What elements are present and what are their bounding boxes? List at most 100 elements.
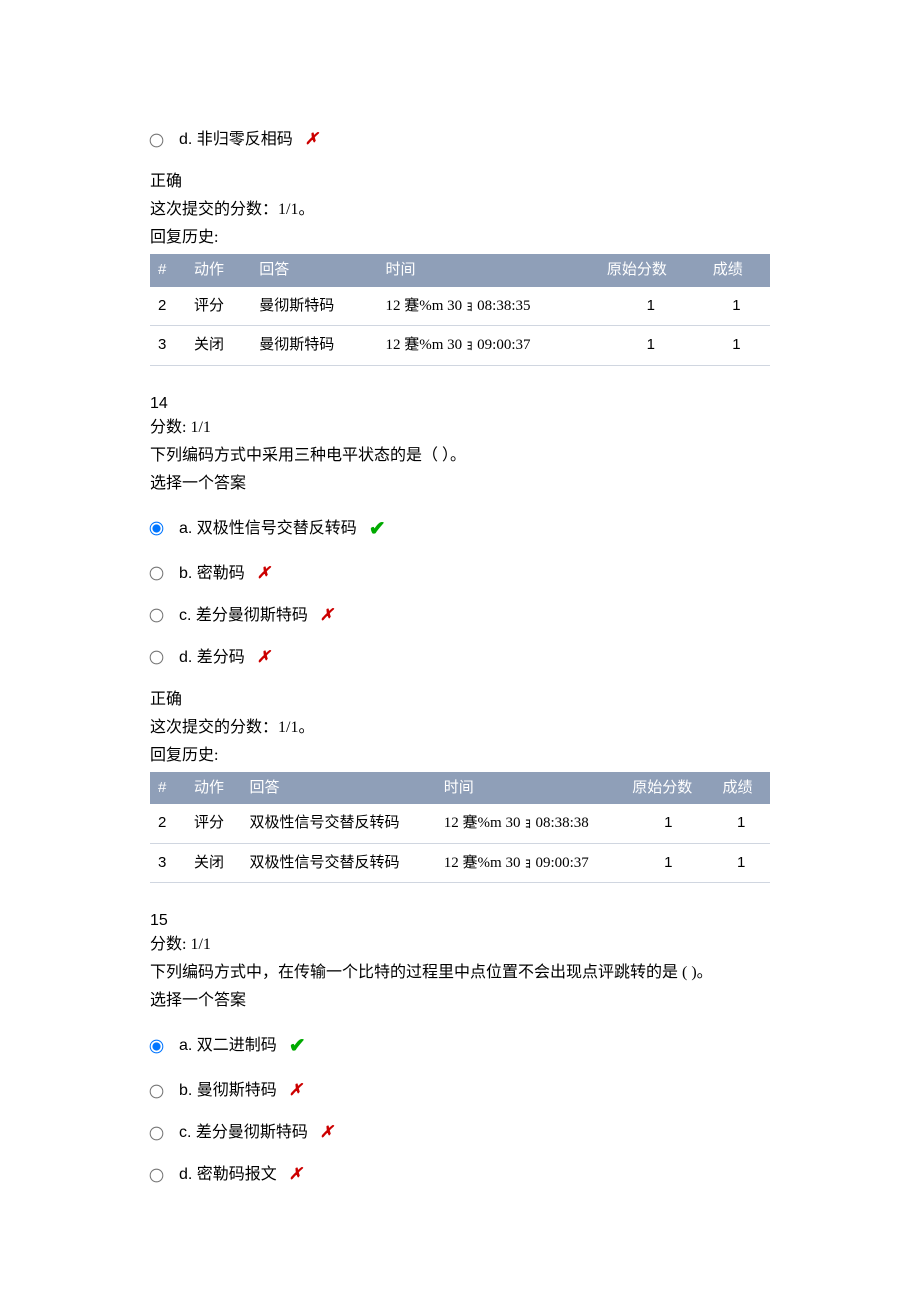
- th-action: 动作: [186, 254, 251, 287]
- prev-score-line: 这次提交的分数：1/1。: [150, 198, 770, 222]
- q15-radio-d[interactable]: [150, 1168, 164, 1182]
- x-icon: ✗: [289, 1163, 302, 1187]
- q15-d-text: 密勒码报文: [197, 1166, 277, 1183]
- q15-radio-c[interactable]: [150, 1126, 164, 1140]
- th-raw: 原始分数: [599, 254, 705, 287]
- th-answer: 回答: [251, 254, 377, 287]
- q14-d-text: 差分码: [197, 649, 245, 666]
- q14-choose: 选择一个答案: [150, 472, 770, 496]
- q14-option-a: a. 双极性信号交替反转码 ✔: [150, 514, 770, 544]
- q14-a-prefix: a.: [179, 520, 197, 537]
- q14-option-c: c. 差分曼彻斯特码 ✗: [150, 604, 770, 628]
- cell-answer: 曼彻斯特码: [251, 287, 377, 326]
- q14-history-table: # 动作 回答 时间 原始分数 成绩 2 评分 双极性信号交替反转码 12 蹇%…: [150, 772, 770, 884]
- cell-time: 12 蹇%m 30 ｮ 08:38:38: [436, 804, 624, 843]
- q14-option-b: b. 密勒码 ✗: [150, 562, 770, 586]
- cell-answer: 曼彻斯特码: [251, 326, 377, 366]
- x-icon: ✗: [320, 1121, 333, 1145]
- q14-a-text: 双极性信号交替反转码: [197, 520, 357, 537]
- prev-history-table: # 动作 回答 时间 原始分数 成绩 2 评分 曼彻斯特码 12 蹇%m 30 …: [150, 254, 770, 366]
- th-answer: 回答: [242, 772, 436, 805]
- check-icon: ✔: [289, 1031, 306, 1061]
- cell-raw: 1: [599, 287, 705, 326]
- q14-c-text: 差分曼彻斯特码: [196, 607, 308, 624]
- th-grade: 成绩: [714, 772, 770, 805]
- q15-option-d: d. 密勒码报文 ✗: [150, 1163, 770, 1187]
- q14-history-label: 回复历史:: [150, 744, 770, 768]
- th-grade: 成绩: [705, 254, 770, 287]
- th-action: 动作: [186, 772, 242, 805]
- q15-d-prefix: d.: [179, 1166, 197, 1183]
- cell-grade: 1: [714, 804, 770, 843]
- q15-option-b: b. 曼彻斯特码 ✗: [150, 1079, 770, 1103]
- cell-num: 3: [150, 326, 186, 366]
- q14-number: 14: [150, 392, 770, 416]
- q14-radio-c[interactable]: [150, 609, 164, 623]
- table-row: 2 评分 曼彻斯特码 12 蹇%m 30 ｮ 08:38:35 1 1: [150, 287, 770, 326]
- cell-grade: 1: [705, 287, 770, 326]
- q14-b-text: 密勒码: [197, 565, 245, 582]
- q15-radio-a[interactable]: [150, 1039, 164, 1053]
- prev-option-d-prefix: d.: [179, 131, 197, 148]
- q14-radio-d[interactable]: [150, 651, 164, 665]
- prev-option-d: d. 非归零反相码 ✗: [150, 128, 770, 152]
- prev-option-d-radio[interactable]: [150, 133, 164, 147]
- cell-grade: 1: [714, 843, 770, 883]
- q15-a-text: 双二进制码: [197, 1037, 277, 1054]
- th-num: #: [150, 772, 186, 805]
- q15-option-a: a. 双二进制码 ✔: [150, 1031, 770, 1061]
- th-time: 时间: [436, 772, 624, 805]
- table-header-row: # 动作 回答 时间 原始分数 成绩: [150, 254, 770, 287]
- table-row: 3 关闭 曼彻斯特码 12 蹇%m 30 ｮ 09:00:37 1 1: [150, 326, 770, 366]
- q14-d-prefix: d.: [179, 649, 197, 666]
- cell-num: 2: [150, 287, 186, 326]
- cell-time: 12 蹇%m 30 ｮ 08:38:35: [377, 287, 598, 326]
- cell-num: 2: [150, 804, 186, 843]
- x-icon: ✗: [257, 646, 270, 670]
- q15-c-prefix: c.: [179, 1124, 196, 1141]
- q15-c-text: 差分曼彻斯特码: [196, 1124, 308, 1141]
- table-row: 3 关闭 双极性信号交替反转码 12 蹇%m 30 ｮ 09:00:37 1 1: [150, 843, 770, 883]
- cell-grade: 1: [705, 326, 770, 366]
- prev-option-d-text: 非归零反相码: [197, 131, 293, 148]
- q15-radio-b[interactable]: [150, 1084, 164, 1098]
- q14-c-prefix: c.: [179, 607, 196, 624]
- cell-num: 3: [150, 843, 186, 883]
- q14-score-line: 这次提交的分数：1/1。: [150, 716, 770, 740]
- table-header-row: # 动作 回答 时间 原始分数 成绩: [150, 772, 770, 805]
- cell-raw: 1: [624, 804, 714, 843]
- table-row: 2 评分 双极性信号交替反转码 12 蹇%m 30 ｮ 08:38:38 1 1: [150, 804, 770, 843]
- check-icon: ✔: [369, 514, 386, 544]
- q15-option-c: c. 差分曼彻斯特码 ✗: [150, 1121, 770, 1145]
- q14-prompt: 下列编码方式中采用三种电平状态的是（ ）。: [150, 444, 770, 468]
- q14-option-d: d. 差分码 ✗: [150, 646, 770, 670]
- q15-a-prefix: a.: [179, 1037, 197, 1054]
- q15-choose: 选择一个答案: [150, 989, 770, 1013]
- cell-time: 12 蹇%m 30 ｮ 09:00:37: [377, 326, 598, 366]
- cell-action: 关闭: [186, 326, 251, 366]
- q15-score: 分数: 1/1: [150, 936, 211, 953]
- prev-correct-label: 正确: [150, 170, 770, 194]
- q14-radio-a[interactable]: [150, 522, 164, 536]
- x-icon: ✗: [305, 128, 318, 152]
- cell-action: 评分: [186, 287, 251, 326]
- x-icon: ✗: [257, 562, 270, 586]
- cell-action: 关闭: [186, 843, 242, 883]
- x-icon: ✗: [289, 1079, 302, 1103]
- cell-raw: 1: [599, 326, 705, 366]
- prev-history-label: 回复历史:: [150, 226, 770, 250]
- th-num: #: [150, 254, 186, 287]
- q14-score: 分数: 1/1: [150, 419, 211, 436]
- q15-prompt: 下列编码方式中，在传输一个比特的过程里中点位置不会出现点评跳转的是 ( )。: [150, 961, 770, 985]
- cell-time: 12 蹇%m 30 ｮ 09:00:37: [436, 843, 624, 883]
- x-icon: ✗: [320, 604, 333, 628]
- th-time: 时间: [377, 254, 598, 287]
- q14-b-prefix: b.: [179, 565, 197, 582]
- q14-correct-label: 正确: [150, 688, 770, 712]
- cell-raw: 1: [624, 843, 714, 883]
- cell-answer: 双极性信号交替反转码: [242, 843, 436, 883]
- cell-answer: 双极性信号交替反转码: [242, 804, 436, 843]
- q15-b-text: 曼彻斯特码: [197, 1082, 277, 1099]
- th-raw: 原始分数: [624, 772, 714, 805]
- q14-radio-b[interactable]: [150, 567, 164, 581]
